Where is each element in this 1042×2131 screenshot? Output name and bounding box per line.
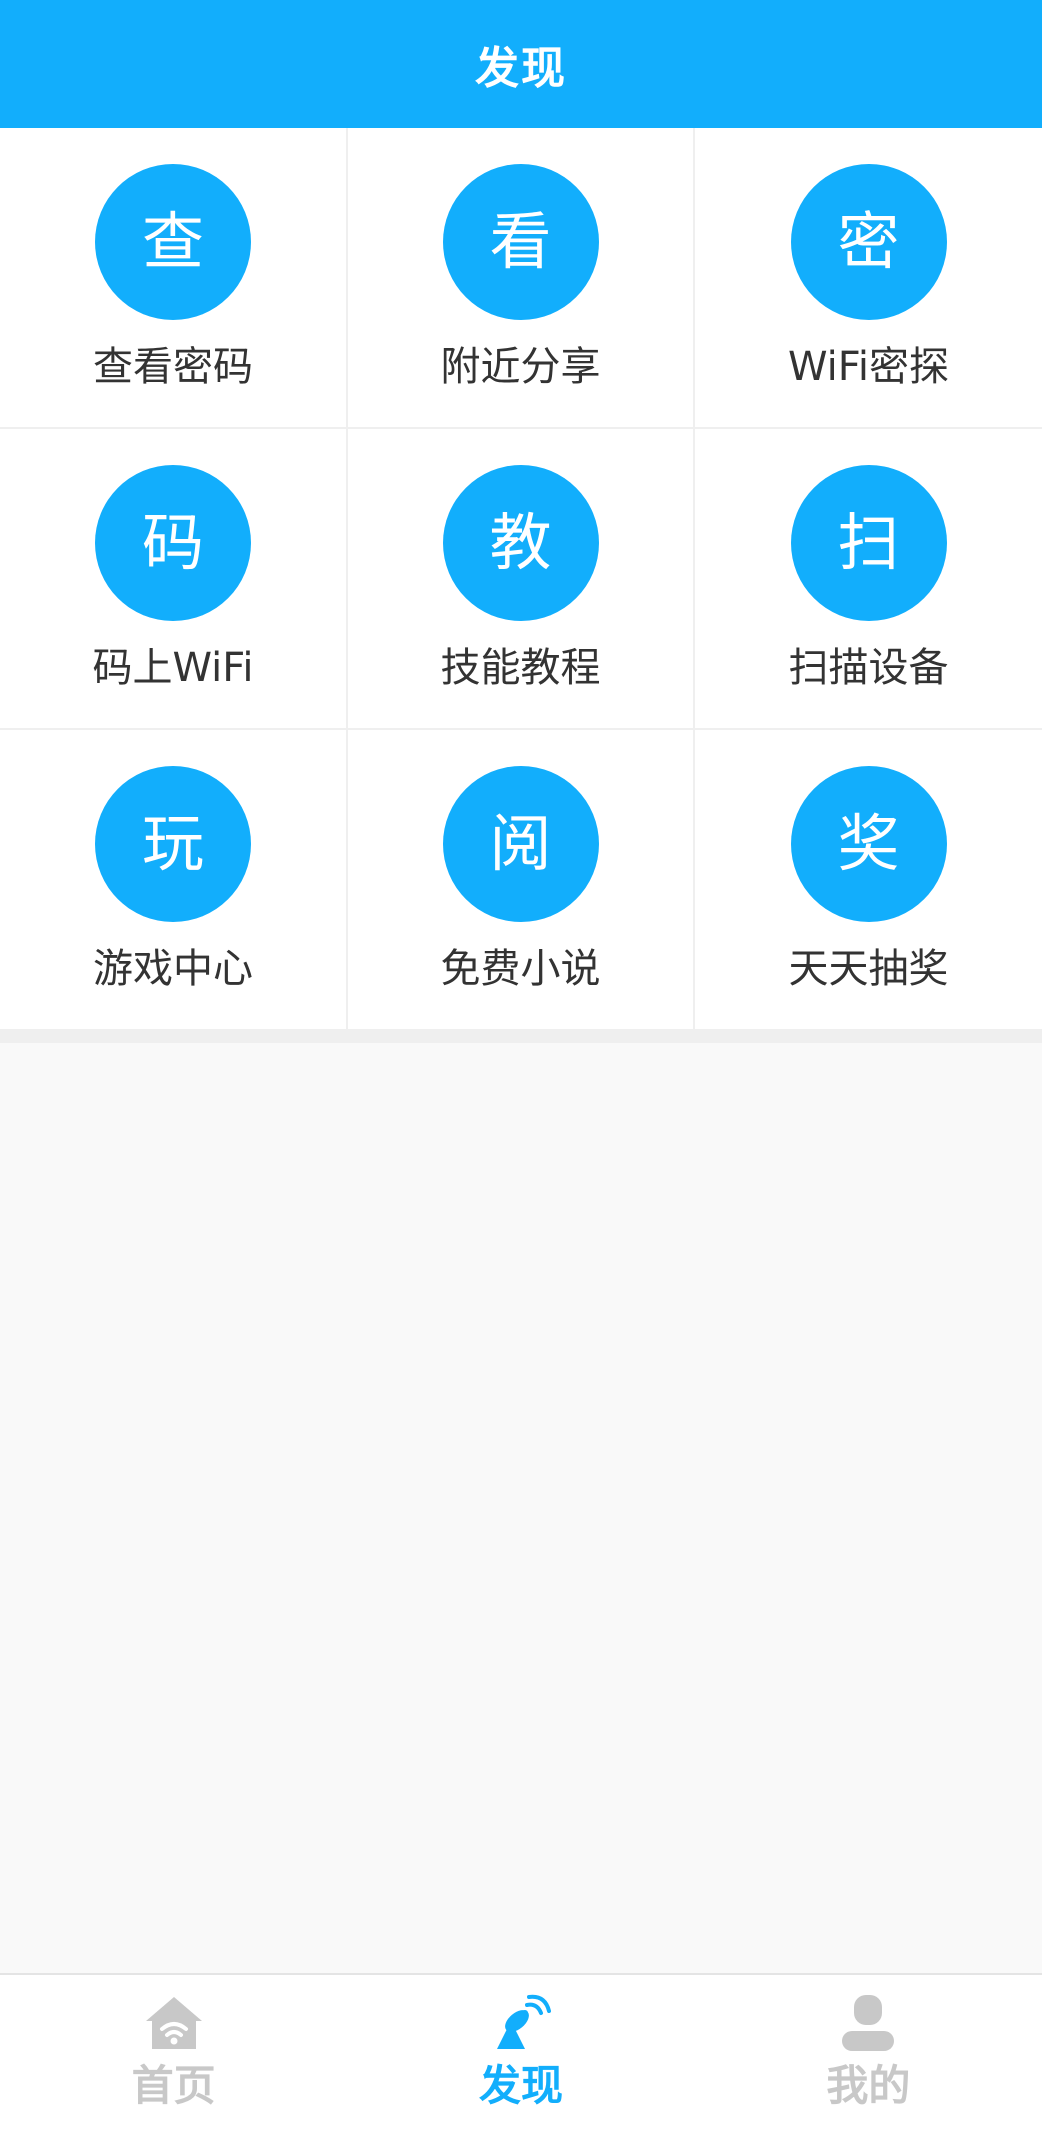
tab-home[interactable]: 首页 (0, 1975, 347, 2131)
daily-lottery-glyph: 奖 (837, 807, 900, 880)
bottom-tab-bar: 首页 发现 我的 (0, 1973, 1042, 2131)
view-password-icon: 查 (95, 164, 251, 320)
grid-item-label: 扫描设备 (788, 645, 949, 691)
grid-item-label: 查看密码 (93, 344, 253, 390)
user-icon (842, 1995, 895, 2051)
scan-devices-glyph: 扫 (837, 506, 900, 579)
free-novels-glyph: 阅 (489, 807, 552, 880)
wifi-probe-icon: 密 (790, 164, 947, 320)
grid-item-view-password[interactable]: 查 查看密码 (0, 128, 348, 429)
grid-item-label: 附近分享 (440, 344, 601, 390)
free-novels-icon: 阅 (442, 766, 599, 922)
nearby-share-glyph: 看 (489, 205, 552, 278)
page-title: 发现 (475, 43, 567, 94)
tab-home-label: 首页 (131, 2061, 216, 2110)
skill-tutorial-glyph: 教 (489, 506, 552, 579)
grid-item-label: 免费小说 (440, 946, 601, 992)
daily-lottery-icon: 奖 (790, 766, 947, 922)
empty-content-area (0, 1043, 1042, 1973)
tab-discover[interactable]: 发现 (347, 1975, 694, 2131)
grid-item-free-novels[interactable]: 阅 免费小说 (348, 730, 695, 1031)
tab-discover-label: 发现 (478, 2061, 563, 2110)
home-wifi-icon (145, 1997, 202, 2049)
grid-item-label: 技能教程 (440, 645, 601, 691)
wifi-probe-glyph: 密 (837, 205, 900, 278)
game-center-icon: 玩 (95, 766, 251, 922)
grid-item-label: 天天抽奖 (788, 946, 949, 992)
qr-wifi-glyph: 码 (141, 506, 204, 579)
grid-item-game-center[interactable]: 玩 游戏中心 (0, 730, 348, 1031)
grid-item-nearby-share[interactable]: 看 附近分享 (348, 128, 695, 429)
skill-tutorial-icon: 教 (442, 465, 599, 621)
nearby-share-icon: 看 (442, 164, 599, 320)
grid-item-skill-tutorial[interactable]: 教 技能教程 (348, 429, 695, 730)
grid-item-wifi-probe[interactable]: 密 WiFi密探 (695, 128, 1042, 429)
tab-mine[interactable]: 我的 (695, 1975, 1042, 2131)
app-header: 发现 (0, 0, 1042, 128)
grid-item-qr-wifi[interactable]: 码 码上WiFi (0, 429, 348, 730)
section-divider (0, 1031, 1042, 1043)
game-center-glyph: 玩 (141, 807, 204, 880)
grid-item-label: WiFi密探 (788, 344, 949, 390)
grid-item-daily-lottery[interactable]: 奖 天天抽奖 (695, 730, 1042, 1031)
grid-item-label: 游戏中心 (93, 946, 253, 992)
tab-mine-label: 我的 (826, 2061, 911, 2110)
feature-grid: 查 查看密码 看 附近分享 密 WiFi密探 码 码上WiFi 教 技能教程 扫… (0, 128, 1042, 1031)
grid-item-scan-devices[interactable]: 扫 扫描设备 (695, 429, 1042, 730)
grid-item-label: 码上WiFi (92, 645, 254, 691)
view-password-glyph: 查 (141, 205, 204, 278)
satellite-dish-icon (496, 1994, 551, 2049)
qr-wifi-icon: 码 (95, 465, 251, 621)
scan-devices-icon: 扫 (790, 465, 947, 621)
